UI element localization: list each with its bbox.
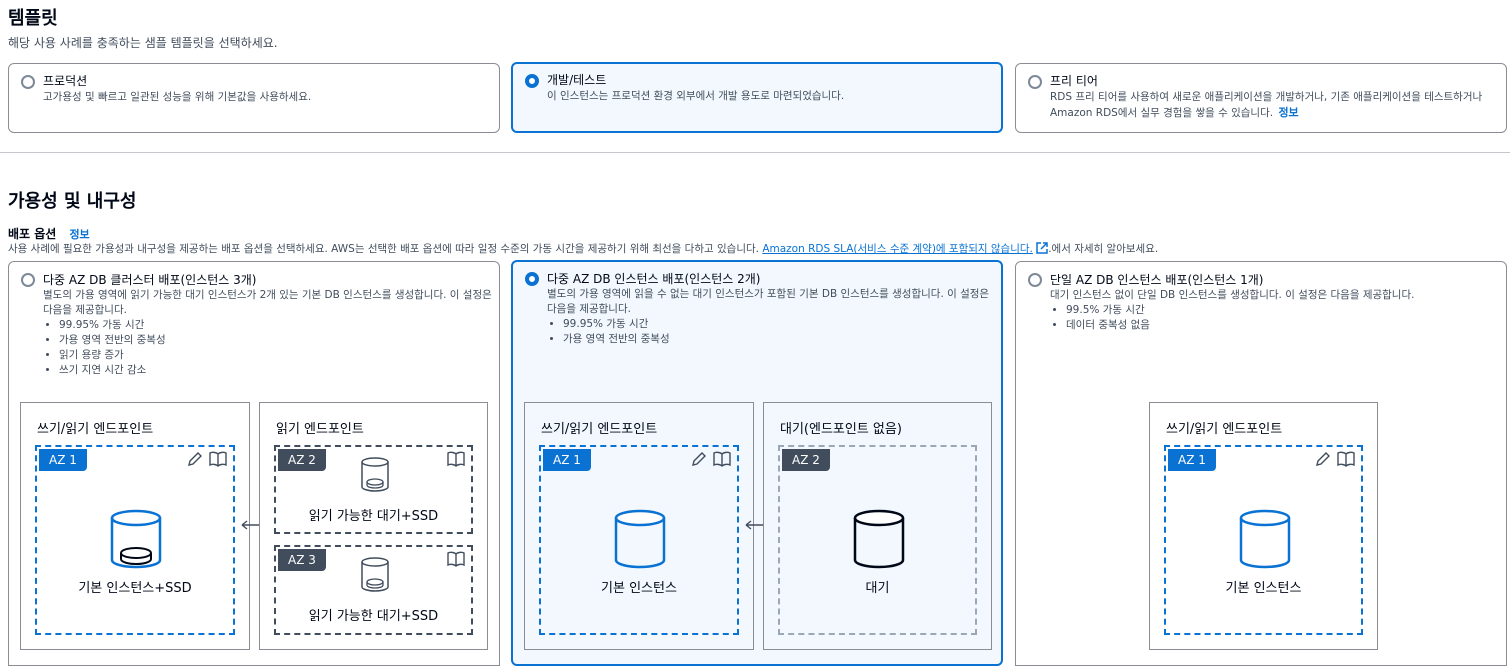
deploy-option-single-az[interactable]: 단일 AZ DB 인스턴스 배포(인스턴스 1개) 대기 인스턴스 없이 단일 … <box>1015 261 1507 666</box>
availability-desc-suffix: .에서 자세히 알아보세요. <box>1048 243 1159 255</box>
cluster-radio[interactable] <box>21 273 35 287</box>
book-icon <box>713 451 731 471</box>
az-icons <box>447 451 465 471</box>
edit-pencil-icon <box>691 451 707 471</box>
az-icons <box>187 451 227 471</box>
bullet-item: 쓰기 지연 시간 감소 <box>59 363 493 378</box>
external-link-icon[interactable] <box>1036 242 1048 257</box>
read-endpoint-box: 읽기 엔드포인트 AZ 2 읽기 가능한 대기+SSD AZ 3 읽기 가능한 … <box>259 402 488 650</box>
devtest-radio[interactable] <box>525 74 539 88</box>
freetier-radio[interactable] <box>1028 75 1042 89</box>
az1-zone: AZ 1 기본 인스턴스 <box>1164 445 1363 635</box>
templates-description: 해당 사용 사례를 충족하는 샘플 템플릿을 선택하세요. <box>8 36 278 50</box>
deploy-title: 다중 AZ DB 인스턴스 배포(인스턴스 2개) <box>547 272 761 286</box>
single-az-radio[interactable] <box>1028 273 1042 287</box>
database-ssd-icon <box>109 509 163 575</box>
az2-tag: AZ 2 <box>782 449 830 471</box>
rw-endpoint-title: 쓰기/읽기 엔드포인트 <box>1166 422 1283 437</box>
az1-tag: AZ 1 <box>1168 449 1216 471</box>
availability-desc-prefix: 사용 사례에 필요한 가용성과 내구성을 제공하는 배포 옵션을 선택하세요. … <box>8 243 759 255</box>
az1-zone: AZ 1 기본 인스턴스+SSD <box>35 445 235 635</box>
deploy-desc-text: 별도의 가용 영역에 읽을 수 없는 대기 인스턴스가 포함된 기본 DB 인스… <box>547 288 990 315</box>
deploy-option-cluster[interactable]: 다중 AZ DB 클러스터 배포(인스턴스 3개) 별도의 가용 영역에 읽기 … <box>8 261 500 666</box>
deploy-desc: 별도의 가용 영역에 읽기 가능한 대기 인스턴스가 2개 있는 기본 DB 인… <box>43 288 493 378</box>
standby-caption: 대기 <box>865 581 890 596</box>
standby-box: 대기(엔드포인트 없음) AZ 2 대기 <box>763 402 992 650</box>
bullet-item: 읽기 용량 증가 <box>59 348 493 363</box>
deploy-option-multi-az-instance[interactable]: 다중 AZ DB 인스턴스 배포(인스턴스 2개) 별도의 가용 영역에 읽을 … <box>511 260 1003 666</box>
template-desc: 고가용성 및 빠르고 일관된 성능을 위해 기본값을 사용하세요. <box>43 91 312 103</box>
database-ssd-icon <box>360 557 390 597</box>
template-title: 개발/테스트 <box>547 73 607 87</box>
database-icon <box>613 509 667 575</box>
standby-endpoint-title: 대기(엔드포인트 없음) <box>780 422 902 437</box>
az2-zone: AZ 2 대기 <box>778 445 977 635</box>
template-option-devtest[interactable]: 개발/테스트 이 인스턴스는 프로덕션 환경 외부에서 개발 용도로 마련되었습… <box>511 62 1003 133</box>
primary-caption: 기본 인스턴스 <box>601 581 677 596</box>
bullet-item: 데이터 중복성 없음 <box>1066 318 1500 333</box>
rw-endpoint-box: 쓰기/읽기 엔드포인트 AZ 1 기본 인스턴스 <box>1149 402 1378 650</box>
edit-pencil-icon <box>1315 451 1331 471</box>
az1-tag: AZ 1 <box>543 449 591 471</box>
az3-tag: AZ 3 <box>278 549 326 571</box>
az-icons <box>691 451 731 471</box>
template-desc: RDS 프리 티어를 사용하여 새로운 애플리케이션을 개발하거나, 기존 애플… <box>1050 90 1500 121</box>
deploy-title: 다중 AZ DB 클러스터 배포(인스턴스 3개) <box>43 273 257 287</box>
multi-az-instance-radio[interactable] <box>525 272 539 286</box>
deploy-title: 단일 AZ DB 인스턴스 배포(인스턴스 1개) <box>1050 273 1264 287</box>
template-option-freetier[interactable]: 프리 티어 RDS 프리 티어를 사용하여 새로운 애플리케이션을 개발하거나,… <box>1015 63 1507 133</box>
template-title: 프로덕션 <box>43 74 88 88</box>
bullet-item: 99.95% 가동 시간 <box>59 318 493 333</box>
deploy-desc-text: 별도의 가용 영역에 읽기 가능한 대기 인스턴스가 2개 있는 기본 DB 인… <box>43 289 492 316</box>
az-icons <box>1315 451 1355 471</box>
az3-zone: AZ 3 읽기 가능한 대기+SSD <box>274 545 473 635</box>
template-option-production[interactable]: 프로덕션 고가용성 및 빠르고 일관된 성능을 위해 기본값을 사용하세요. <box>8 63 500 133</box>
template-desc: 이 인스턴스는 프로덕션 환경 외부에서 개발 용도로 마련되었습니다. <box>547 90 845 102</box>
deploy-option-header: 배포 옵션 정보 <box>8 223 90 242</box>
freetier-desc-text: RDS 프리 티어를 사용하여 새로운 애플리케이션을 개발하거나, 기존 애플… <box>1050 91 1483 119</box>
deploy-desc: 별도의 가용 영역에 읽을 수 없는 대기 인스턴스가 포함된 기본 DB 인스… <box>547 287 997 347</box>
deploy-bullets: 99.95% 가동 시간 가용 영역 전반의 중복성 <box>547 317 997 347</box>
primary-caption: 기본 인스턴스 <box>1225 581 1302 596</box>
read-endpoint-title: 읽기 엔드포인트 <box>276 422 364 437</box>
rw-endpoint-box: 쓰기/읽기 엔드포인트 AZ 1 기본 인스턴스+SSD <box>20 402 250 650</box>
rw-endpoint-title: 쓰기/읽기 엔드포인트 <box>541 422 658 437</box>
deploy-info-link[interactable]: 정보 <box>69 228 89 241</box>
deploy-bullets: 99.5% 가동 시간 데이터 중복성 없음 <box>1050 303 1500 333</box>
section-divider <box>0 152 1510 153</box>
az2-zone: AZ 2 읽기 가능한 대기+SSD <box>274 445 473 534</box>
deploy-desc: 대기 인스턴스 없이 단일 DB 인스턴스를 생성합니다. 이 설정은 다음을 … <box>1050 288 1500 333</box>
availability-title: 가용성 및 내구성 <box>8 191 137 212</box>
rw-endpoint-box: 쓰기/읽기 엔드포인트 AZ 1 기본 인스턴스 <box>524 402 754 650</box>
database-ssd-icon <box>360 457 390 497</box>
rw-endpoint-title: 쓰기/읽기 엔드포인트 <box>37 422 154 437</box>
az-icons <box>447 551 465 571</box>
az1-tag: AZ 1 <box>39 449 87 471</box>
database-icon <box>1238 509 1292 575</box>
az2-tag: AZ 2 <box>278 449 326 471</box>
az1-zone: AZ 1 기본 인스턴스 <box>539 445 739 635</box>
standby-caption: 읽기 가능한 대기+SSD <box>308 609 439 624</box>
freetier-info-link[interactable]: 정보 <box>1278 106 1298 119</box>
rds-sla-link[interactable]: Amazon RDS SLA(서비스 수준 계약)에 포함되지 않습니다. <box>762 243 1033 255</box>
bullet-item: 99.95% 가동 시간 <box>563 317 997 332</box>
book-icon <box>1337 451 1355 471</box>
database-icon <box>852 509 906 575</box>
deploy-bullets: 99.95% 가동 시간 가용 영역 전반의 중복성 읽기 용량 증가 쓰기 지… <box>43 318 493 378</box>
bullet-item: 가용 영역 전반의 중복성 <box>59 333 493 348</box>
bullet-item: 가용 영역 전반의 중복성 <box>563 332 997 347</box>
availability-description: 사용 사례에 필요한 가용성과 내구성을 제공하는 배포 옵션을 선택하세요. … <box>8 241 1158 257</box>
template-title: 프리 티어 <box>1050 74 1098 88</box>
standby-caption: 읽기 가능한 대기+SSD <box>308 509 439 524</box>
book-icon <box>447 451 465 471</box>
edit-pencil-icon <box>187 451 203 471</box>
bullet-item: 99.5% 가동 시간 <box>1066 303 1500 318</box>
production-radio[interactable] <box>21 75 35 89</box>
deploy-desc-text: 대기 인스턴스 없이 단일 DB 인스턴스를 생성합니다. 이 설정은 다음을 … <box>1050 289 1415 301</box>
book-icon <box>209 451 227 471</box>
templates-title: 템플릿 <box>8 8 58 29</box>
deploy-option-label: 배포 옵션 <box>8 227 57 241</box>
book-icon <box>447 551 465 571</box>
primary-caption: 기본 인스턴스+SSD <box>78 581 192 596</box>
